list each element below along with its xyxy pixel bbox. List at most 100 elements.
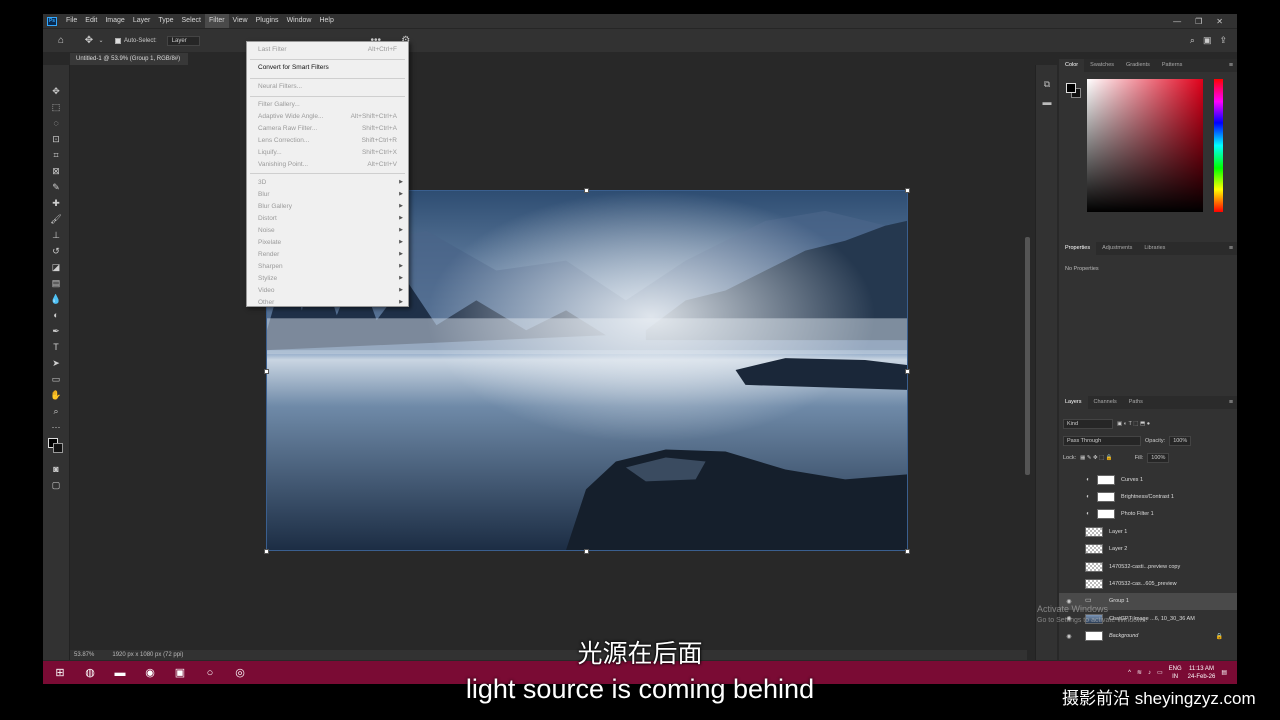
fill-input[interactable]: 100% bbox=[1147, 453, 1170, 463]
filter-menu-item[interactable]: Noise ▶ bbox=[247, 225, 408, 236]
home-icon[interactable]: ⌂ bbox=[53, 35, 69, 46]
filter-menu-item[interactable]: Convert for Smart Filters bbox=[247, 62, 408, 73]
eyedropper-tool-icon[interactable]: ✎ bbox=[49, 181, 63, 193]
stamp-tool-icon[interactable]: ⊥ bbox=[49, 229, 63, 241]
search-icon[interactable]: ⌕ bbox=[1190, 35, 1195, 46]
filter-menu-item[interactable]: Other ▶ bbox=[247, 297, 408, 308]
healing-brush-tool-icon[interactable]: ✚ bbox=[49, 197, 63, 209]
blend-mode-select[interactable]: Pass Through bbox=[1063, 436, 1141, 446]
filter-menu-item[interactable]: 3D ▶ bbox=[247, 177, 408, 188]
transform-handle-right[interactable] bbox=[905, 369, 910, 374]
filter-menu-item[interactable]: Pixelate ▶ bbox=[247, 237, 408, 248]
close-icon[interactable]: ✕ bbox=[1216, 17, 1223, 26]
scrollbar-thumb[interactable] bbox=[1025, 237, 1030, 475]
filter-menu-item[interactable]: Render ▶ bbox=[247, 249, 408, 260]
filter-menu-item[interactable]: Video ▶ bbox=[247, 285, 408, 296]
quick-mask-icon[interactable]: ◙ bbox=[49, 463, 63, 475]
move-tool-icon[interactable]: ✥ bbox=[81, 35, 97, 46]
filter-menu-item[interactable]: Stylize ▶ bbox=[247, 273, 408, 284]
auto-select-checkbox[interactable] bbox=[115, 37, 121, 44]
tab-adjustments[interactable]: Adjustments bbox=[1096, 242, 1138, 255]
path-select-tool-icon[interactable]: ➤ bbox=[49, 357, 63, 369]
dodge-tool-icon[interactable]: ◐ bbox=[49, 309, 63, 321]
panel-menu-icon[interactable]: ≡ bbox=[1223, 242, 1237, 255]
filter-menu-item[interactable]: Neural Filters... bbox=[247, 81, 408, 92]
more-tools-icon[interactable]: ⋯ bbox=[49, 421, 63, 433]
move-tool-icon[interactable]: ✥ bbox=[49, 85, 63, 97]
filter-menu-item[interactable]: Adaptive Wide Angle... Alt+Shift+Ctrl+A bbox=[247, 111, 408, 122]
filter-menu-item[interactable]: Blur ▶ bbox=[247, 189, 408, 200]
blur-tool-icon[interactable]: 💧 bbox=[49, 293, 63, 305]
tab-layers[interactable]: Layers bbox=[1059, 396, 1088, 409]
minimize-icon[interactable]: — bbox=[1173, 17, 1181, 26]
hue-slider[interactable] bbox=[1214, 79, 1223, 212]
frame-tool-icon[interactable]: ⊠ bbox=[49, 165, 63, 177]
panel-menu-icon[interactable]: ≡ bbox=[1223, 59, 1237, 72]
menu-window[interactable]: Window bbox=[283, 14, 316, 28]
menu-help[interactable]: Help bbox=[315, 14, 337, 28]
tab-gradients[interactable]: Gradients bbox=[1120, 59, 1156, 72]
transform-handle-top[interactable] bbox=[584, 188, 589, 193]
pen-tool-icon[interactable]: ✒ bbox=[49, 325, 63, 337]
rectangle-tool-icon[interactable]: ▭ bbox=[49, 373, 63, 385]
filter-menu-item[interactable]: Last Filter Alt+Ctrl+F bbox=[247, 44, 408, 55]
document-tab[interactable]: Untitled-1 @ 53.9% (Group 1, RGB/8#) bbox=[70, 53, 189, 65]
filter-menu-item[interactable]: Filter Gallery... bbox=[247, 99, 408, 110]
menu-image[interactable]: Image bbox=[101, 14, 128, 28]
transform-handle-bottom[interactable] bbox=[584, 549, 589, 554]
layer-row[interactable]: ◐ Curves 1 bbox=[1059, 471, 1237, 488]
history-brush-tool-icon[interactable]: ↺ bbox=[49, 245, 63, 257]
tab-properties[interactable]: Properties bbox=[1059, 242, 1097, 255]
layer-row[interactable]: Layer 1 bbox=[1059, 523, 1237, 540]
vertical-scrollbar[interactable] bbox=[1022, 67, 1032, 657]
filter-menu-item[interactable]: Lens Correction... Shift+Ctrl+R bbox=[247, 135, 408, 146]
share-icon[interactable]: ⇪ bbox=[1219, 35, 1227, 46]
menu-plugins[interactable]: Plugins bbox=[252, 14, 283, 28]
object-select-tool-icon[interactable]: ⊡ bbox=[49, 133, 63, 145]
panel-menu-icon[interactable]: ≡ bbox=[1223, 396, 1237, 409]
gradient-tool-icon[interactable]: ▤ bbox=[49, 277, 63, 289]
filter-menu-item[interactable]: Camera Raw Filter... Shift+Ctrl+A bbox=[247, 123, 408, 134]
layer-row[interactable]: ◐ Brightness/Contrast 1 bbox=[1059, 488, 1237, 505]
menu-file[interactable]: File bbox=[62, 14, 81, 28]
crop-tool-icon[interactable]: ⌗ bbox=[49, 149, 63, 161]
transform-handle-bottom-right[interactable] bbox=[905, 549, 910, 554]
auto-select-dropdown[interactable]: Layer bbox=[166, 35, 200, 46]
menu-filter[interactable]: Filter bbox=[204, 14, 229, 28]
filter-menu-item[interactable]: Blur Gallery ▶ bbox=[247, 201, 408, 212]
tab-libraries[interactable]: Libraries bbox=[1138, 242, 1171, 255]
zoom-tool-icon[interactable]: ⌕ bbox=[49, 405, 63, 417]
tab-paths[interactable]: Paths bbox=[1123, 396, 1149, 409]
filter-menu-item[interactable]: Liquify... Shift+Ctrl+X bbox=[247, 147, 408, 158]
eraser-tool-icon[interactable]: ◪ bbox=[49, 261, 63, 273]
tab-patterns[interactable]: Patterns bbox=[1156, 59, 1188, 72]
workspace-icon[interactable]: ▣ bbox=[1203, 35, 1212, 46]
color-foreground-swatch[interactable] bbox=[1066, 83, 1076, 93]
menu-layer[interactable]: Layer bbox=[129, 14, 155, 28]
layer-row[interactable]: Layer 2 bbox=[1059, 541, 1237, 558]
color-picker-field[interactable] bbox=[1087, 79, 1203, 212]
menu-view[interactable]: View bbox=[229, 14, 252, 28]
menu-select[interactable]: Select bbox=[178, 14, 205, 28]
menu-edit[interactable]: Edit bbox=[81, 14, 101, 28]
screen-mode-icon[interactable]: ▢ bbox=[49, 479, 63, 491]
lock-icons[interactable]: ▦ ✎ ✥ ⬚ 🔒 bbox=[1080, 455, 1113, 461]
menu-type[interactable]: Type bbox=[154, 14, 177, 28]
tab-channels[interactable]: Channels bbox=[1088, 396, 1123, 409]
background-color-swatch[interactable] bbox=[53, 443, 63, 453]
comments-panel-icon[interactable]: ▬ bbox=[1041, 97, 1053, 109]
filter-menu-item[interactable]: Sharpen ▶ bbox=[247, 261, 408, 272]
hand-tool-icon[interactable]: ✋ bbox=[49, 389, 63, 401]
chevron-down-icon[interactable]: ⌄ bbox=[97, 37, 105, 44]
tab-color[interactable]: Color bbox=[1059, 59, 1085, 72]
filter-icons[interactable]: ▣ ◐ T ⬚ ⬒ ● bbox=[1117, 421, 1150, 427]
restore-icon[interactable]: ❐ bbox=[1195, 17, 1202, 26]
lasso-tool-icon[interactable]: ◌ bbox=[49, 117, 63, 129]
layer-row[interactable]: 1470532-cas...605_preview bbox=[1059, 575, 1237, 592]
layer-filter-kind[interactable]: Kind bbox=[1063, 419, 1113, 429]
tab-swatches[interactable]: Swatches bbox=[1084, 59, 1120, 72]
type-tool-icon[interactable]: T bbox=[49, 341, 63, 353]
layer-row[interactable]: 1470532-casti...preview copy bbox=[1059, 558, 1237, 575]
layer-row[interactable]: ◐ Photo Filter 1 bbox=[1059, 506, 1237, 523]
marquee-tool-icon[interactable]: ⬚ bbox=[49, 101, 63, 113]
